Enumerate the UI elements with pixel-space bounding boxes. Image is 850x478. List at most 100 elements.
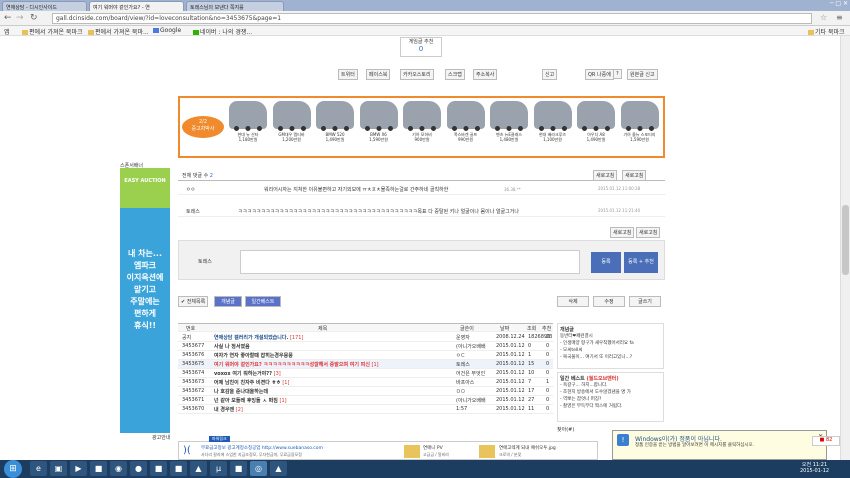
- report-post-button[interactable]: 원본글 신고: [627, 69, 658, 80]
- table-row[interactable]: 3453672 나 호감을 준나대올하는데 ㅁㅁ 2015.01.12 17 0: [178, 387, 553, 396]
- popular-button[interactable]: 개념글: [214, 296, 242, 307]
- tab-1[interactable]: 연애상담 - 디시인사이드: [2, 1, 87, 11]
- comment-textarea[interactable]: [240, 250, 580, 274]
- app-icon[interactable]: ■: [230, 461, 247, 476]
- bookmark-folder-2[interactable]: 편에서 가져온 북마...: [88, 27, 149, 36]
- refresh-button-3[interactable]: 새로고침: [610, 227, 635, 238]
- table-row[interactable]: 3453676 여자가 연자 좋아할때 잡히는경우뭉뭉 ㅇㄷ 2015.01.12 1…: [178, 351, 553, 360]
- bookmark-naver[interactable]: 네이버 : 나의 경쟁...: [193, 27, 252, 36]
- tab-3[interactable]: 토레스님의 보낸다 쪽지를: [186, 1, 284, 11]
- side-list-item[interactable]: - 역뽀는 잡엇나 퍼징?: [560, 396, 661, 403]
- car-ad-item[interactable]: 기아 올뉴 스포티지 1,590만원: [620, 101, 660, 157]
- car-ad-item[interactable]: BMW X6 1,590만원: [359, 101, 399, 157]
- comment-submit-recommend-button[interactable]: 등록 + 추천: [624, 252, 658, 273]
- bottom-ad-bar[interactable]: 파워링크 )( 무료금고정보 광고계정소정공업 http://www.sueba…: [178, 436, 598, 460]
- row-title[interactable]: voxox 여기 뭐하는거야?? [3]: [214, 370, 281, 377]
- chrome-icon[interactable]: ◎: [250, 461, 267, 476]
- app-icon[interactable]: ■: [150, 461, 167, 476]
- qr-button[interactable]: QR 나중에: [585, 69, 614, 80]
- app-icon[interactable]: ●: [130, 461, 147, 476]
- start-button[interactable]: ⊞: [4, 460, 22, 478]
- row-title[interactable]: 여자가 연자 좋아할때 잡히는경우뭉뭉: [214, 352, 293, 359]
- row-title[interactable]: 나 호감을 준나대올하는데: [214, 388, 268, 395]
- comment-submit-button[interactable]: 등록: [591, 252, 621, 273]
- media-icon[interactable]: ▶: [70, 461, 87, 476]
- help-button[interactable]: ?: [613, 69, 622, 79]
- table-row[interactable]: 3453675 여기 워머야 겉인가요? ㅋㅋㅋㅋㅋㅋㅋㅋㅋㅋ성깔해서 중발으며 …: [178, 360, 553, 369]
- row-title[interactable]: 여기 워머야 겉인가요? ㅋㅋㅋㅋㅋㅋㅋㅋㅋㅋ성깔해서 중발으며 여기 피신 […: [214, 361, 379, 368]
- car-ad-item[interactable]: BMW 520 1,490만원: [315, 101, 355, 157]
- back-icon[interactable]: ←: [4, 13, 12, 23]
- app-icon[interactable]: ■: [90, 461, 107, 476]
- share-scrap-button[interactable]: 스크랩: [445, 69, 465, 80]
- car-ad-item[interactable]: 아우디 A8 1,490만원: [576, 101, 616, 157]
- table-row[interactable]: 3453673 어제 남친이 친자주 비젼다 ㅎㅎ [1] 바프아스 2015.01.…: [178, 378, 553, 387]
- explorer-icon[interactable]: ▣: [50, 461, 67, 476]
- car-ad-item[interactable]: 기아 모하비 900만원: [402, 101, 442, 157]
- table-row[interactable]: 3453674 voxox 여기 뭐하는거야?? [3] 어건은 무엇인 2015.0…: [178, 369, 553, 378]
- table-row[interactable]: 공지 연애상담 갤러리가 개설되었습니다. [171] 운영자 2008.12.24 1…: [178, 333, 553, 342]
- forward-icon[interactable]: →: [16, 13, 24, 23]
- row-title[interactable]: 연애상담 갤러리가 개설되었습니다. [171]: [214, 334, 303, 341]
- address-bar[interactable]: gall.dcinside.com/board/view/?id=lovecon…: [52, 13, 812, 24]
- ad-info-link[interactable]: 광고안내: [152, 434, 170, 441]
- table-row[interactable]: 3453671 넌 같아 모돌레 후잉돌 ㅅ 떠짐 [1] (아니가오배배 2015.…: [178, 396, 553, 405]
- car-ad-item[interactable]: GM대우 캡티바 1,200만원: [272, 101, 312, 157]
- app-icon[interactable]: ■: [170, 461, 187, 476]
- utorrent-icon[interactable]: μ: [210, 461, 227, 476]
- delete-button[interactable]: 삭제: [557, 296, 589, 307]
- clock[interactable]: 오전 11:21 2015-01-12: [800, 461, 829, 474]
- vote-box[interactable]: 게임글 추천 0: [400, 37, 442, 57]
- sponsor-banner[interactable]: EASY AUCTION 내 차는... 엠파크 이지옥션에 맡기고 주말에는 편하게 휴식…: [120, 168, 170, 433]
- car-ad-banner[interactable]: 2/2 중고차박사 현대 뉴 산타 1,180만원 GM대우 캡티바 1,200만원 B…: [178, 96, 665, 158]
- best-button[interactable]: 일간베스트: [245, 296, 281, 307]
- row-title[interactable]: 넌 같아 모돌레 후잉돌 ㅅ 떠짐 [1]: [214, 397, 287, 404]
- bookmark-google[interactable]: Google: [153, 27, 181, 34]
- side-list-item[interactable]: - 조현지 방송에서 도수않겠냄을 명 가: [560, 389, 661, 396]
- row-title[interactable]: 어제 남친이 친자주 비젼다 ㅎㅎ [1]: [214, 379, 289, 386]
- car-ad-item[interactable]: 현대 뉴 산타 1,180만원: [228, 101, 268, 157]
- row-title[interactable]: 내 경우엔 [2]: [214, 406, 243, 413]
- bookmark-folder-1[interactable]: 편에서 가져온 북마크: [22, 27, 83, 36]
- window-controls[interactable]: ─ □ ✕: [830, 0, 848, 10]
- car-ad-item[interactable]: 현대 베라크루즈 1,100만원: [533, 101, 573, 157]
- tab-2[interactable]: 여기 워머야 겉인가요? - 연: [89, 1, 184, 11]
- app-icon[interactable]: ▲: [190, 461, 207, 476]
- banner-line: 엠파크: [133, 261, 157, 270]
- ad-title-3[interactable]: 연애고렉계 되내 예쉬오투.jpg: [499, 445, 556, 451]
- refresh-button-4[interactable]: 새로고침: [636, 227, 661, 238]
- side-list-item[interactable]: - 모씨tell씨: [560, 347, 661, 354]
- app-icon[interactable]: ▲: [270, 461, 287, 476]
- bookmark-other[interactable]: 기타 북마크: [808, 27, 845, 36]
- windows-notification[interactable]: ! Windows이(가) 정품이 아닙니다. 정품 인증을 받는 방법을 알아…: [612, 430, 827, 460]
- share-facebook-button[interactable]: 페이스북: [366, 69, 391, 80]
- table-row[interactable]: 3453677 사실 나 정서였음 (아니가오배배 2015.01.12 0 0: [178, 342, 553, 351]
- share-copy-url-button[interactable]: 주소복사: [473, 69, 498, 80]
- share-twitter-button[interactable]: 트위터: [338, 69, 358, 80]
- report-button-1[interactable]: 신고: [542, 69, 558, 80]
- side-list-item[interactable]: - 복국물이... 여기서 또 이러고있니...?: [560, 354, 661, 361]
- ad-title-2[interactable]: 연애니 PV: [423, 445, 443, 451]
- side-list-item[interactable]: - 욕갈구... 하지...합니다.: [560, 382, 661, 389]
- edit-button[interactable]: 수정: [593, 296, 625, 307]
- count-badge[interactable]: ■ 82: [812, 436, 840, 446]
- star-icon[interactable]: ☆: [820, 13, 827, 22]
- all-list-button[interactable]: ✔ 전체목록: [178, 296, 209, 307]
- ie-icon[interactable]: e: [30, 461, 47, 476]
- car-ad-item[interactable]: 폭스바겐 골프 990만원: [446, 101, 486, 157]
- share-kakaostory-button[interactable]: 카카오스토리: [400, 69, 434, 80]
- ad-title-1[interactable]: 무료금고정보 광고계정소정공업 http://www.suebanaso.com: [201, 445, 323, 451]
- menu-icon[interactable]: ≡: [836, 13, 843, 22]
- row-title[interactable]: 사실 나 정서였음: [214, 343, 250, 350]
- side-list-item[interactable]: - 촬영은 부득부다 짝스에 거립다.: [560, 403, 661, 410]
- side-list-item[interactable]: - 인생매양 항구가 새우칙했어서러요 fa: [560, 340, 661, 347]
- bookmark-apps[interactable]: 앱: [4, 27, 10, 36]
- row-title-text: 내 경우엔: [214, 407, 235, 413]
- app-icon[interactable]: ◉: [110, 461, 127, 476]
- reload-icon[interactable]: ↻: [30, 13, 38, 23]
- scrollbar-thumb[interactable]: [842, 205, 849, 275]
- car-ad-item[interactable]: 벤츠 뉴E클래스 1,480만원: [489, 101, 529, 157]
- write-button[interactable]: 글쓰기: [629, 296, 661, 307]
- side-list-item[interactable]: 동반터❤페련결시: [560, 333, 661, 340]
- table-row[interactable]: 3453670 내 경우엔 [2] 1:57 2015.01.12 11 0: [178, 405, 553, 414]
